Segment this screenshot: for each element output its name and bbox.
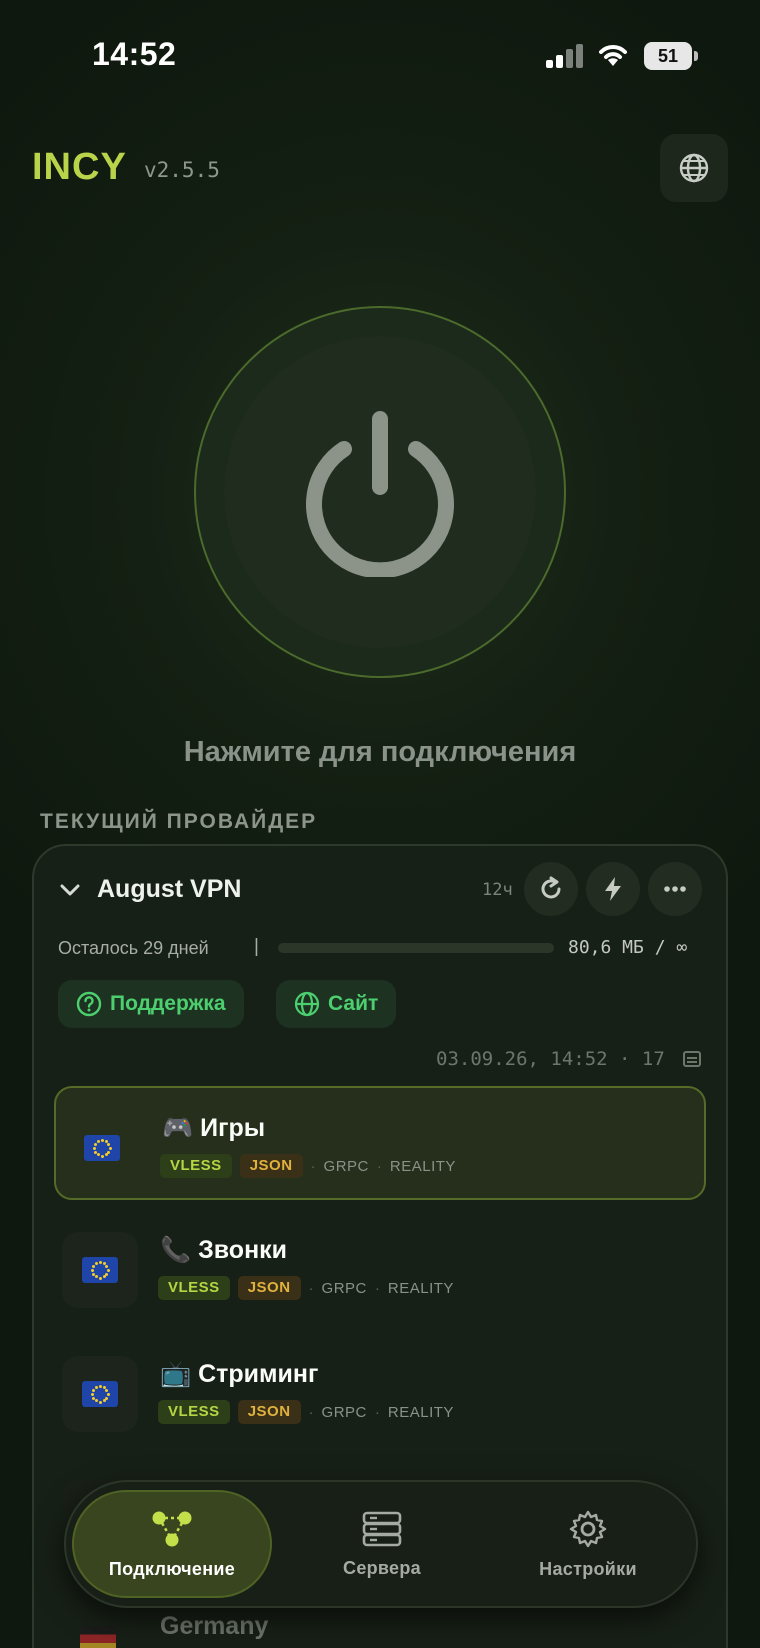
tag-protocol: VLESS (160, 1154, 232, 1178)
app-logo: INCY (32, 146, 127, 188)
bottom-tab-bar: Подключение Сервера Настройки (64, 1480, 698, 1608)
section-label-provider: ТЕКУЩИЙ ПРОВАЙДЕР (40, 810, 318, 833)
days-remaining: Осталось 29 дней (58, 938, 209, 958)
tag-security: REALITY (387, 1279, 454, 1297)
server-name-text: Звонки (198, 1236, 288, 1264)
refresh-icon (541, 876, 561, 899)
server-row[interactable]: 🎮 Игры VLESS JSON · GRPC · REALITY (54, 1086, 706, 1200)
chevron-down-icon[interactable] (58, 878, 82, 902)
flag-eu-icon (64, 1110, 140, 1186)
battery-nub (694, 51, 698, 61)
tab-servers[interactable]: Сервера (282, 1490, 482, 1598)
globe-icon (679, 153, 709, 183)
server-name-text: Игры (200, 1114, 266, 1142)
server-name: 📞 Звонки (160, 1236, 287, 1265)
more-icon (664, 886, 686, 892)
server-tags: VLESS JSON · GRPC · REALITY (160, 1154, 456, 1178)
wifi-icon (599, 45, 627, 66)
server-name: 📺 Стриминг (160, 1360, 318, 1389)
tag-format: JSON (239, 1154, 303, 1178)
server-name-text: Стриминг (198, 1360, 319, 1388)
website-label: Сайт (328, 992, 379, 1015)
server-name-germany[interactable]: Germany (160, 1612, 268, 1641)
server-tags: VLESS JSON · GRPC · REALITY (158, 1276, 454, 1300)
divider: | (254, 936, 259, 957)
tab-label: Сервера (343, 1557, 421, 1578)
server-row[interactable]: 📞 Звонки VLESS JSON · GRPC · REALITY (54, 1210, 706, 1324)
flag-eu-icon (62, 1232, 138, 1308)
tag-protocol: VLESS (158, 1276, 230, 1300)
tag-format: JSON (237, 1276, 301, 1300)
server-name: 🎮 Игры (162, 1114, 265, 1143)
gear-icon (569, 1510, 607, 1547)
tag-format: JSON (237, 1400, 301, 1424)
tag-transport: GRPC (321, 1279, 367, 1297)
tag-transport: GRPC (321, 1403, 367, 1421)
battery-level: 51 (657, 46, 679, 66)
support-button[interactable]: Поддержка (58, 980, 244, 1028)
server-emoji: 📺 (160, 1360, 192, 1388)
tag-transport: GRPC (323, 1157, 369, 1175)
tab-label: Подключение (108, 1558, 236, 1579)
tab-connection[interactable]: Подключение (72, 1490, 272, 1598)
refresh-button[interactable] (524, 862, 578, 916)
more-button[interactable] (648, 862, 702, 916)
tag-protocol: VLESS (158, 1400, 230, 1424)
status-time: 14:52 (92, 36, 177, 72)
tab-label: Настройки (539, 1558, 637, 1579)
cellular-signal-icon (546, 44, 584, 68)
server-row[interactable]: 📺 Стриминг VLESS JSON · GRPC · REALITY (54, 1334, 706, 1448)
power-button[interactable] (224, 336, 536, 648)
tag-security: REALITY (387, 1403, 454, 1421)
server-tags: VLESS JSON · GRPC · REALITY (158, 1400, 454, 1424)
speedtest-button[interactable] (586, 862, 640, 916)
traffic-usage: 80,6 МБ / ∞ (568, 937, 688, 958)
lightning-icon (605, 877, 621, 901)
help-icon (76, 991, 102, 1017)
globe-icon (294, 991, 320, 1017)
tag-security: REALITY (389, 1157, 456, 1175)
server-emoji: 📞 (160, 1236, 192, 1264)
last-updated: 03.09.26, 14:52 · 17 (436, 1048, 665, 1070)
traffic-progress-bar (278, 943, 554, 953)
connect-hint: Нажмите для подключения (183, 736, 577, 768)
connection-icon (152, 1511, 192, 1546)
power-icon (306, 411, 454, 577)
support-label: Поддержка (110, 992, 226, 1015)
app-screen: 14:52 51 INCY v2.5.5 Нажмите для подключ… (0, 0, 760, 1648)
flag-eu-icon (62, 1356, 138, 1432)
server-count-icon (683, 1051, 701, 1067)
flag-germany-icon (80, 1626, 116, 1648)
app-version: v2.5.5 (144, 158, 220, 182)
tab-settings[interactable]: Настройки (488, 1490, 688, 1598)
website-button[interactable]: Сайт (276, 980, 397, 1028)
server-emoji: 🎮 (162, 1114, 194, 1142)
update-interval: 12ч (482, 880, 513, 900)
provider-name[interactable]: August VPN (97, 875, 241, 904)
status-bar: 14:52 51 (0, 0, 760, 110)
server-icon (362, 1511, 402, 1546)
language-button[interactable] (660, 134, 728, 202)
